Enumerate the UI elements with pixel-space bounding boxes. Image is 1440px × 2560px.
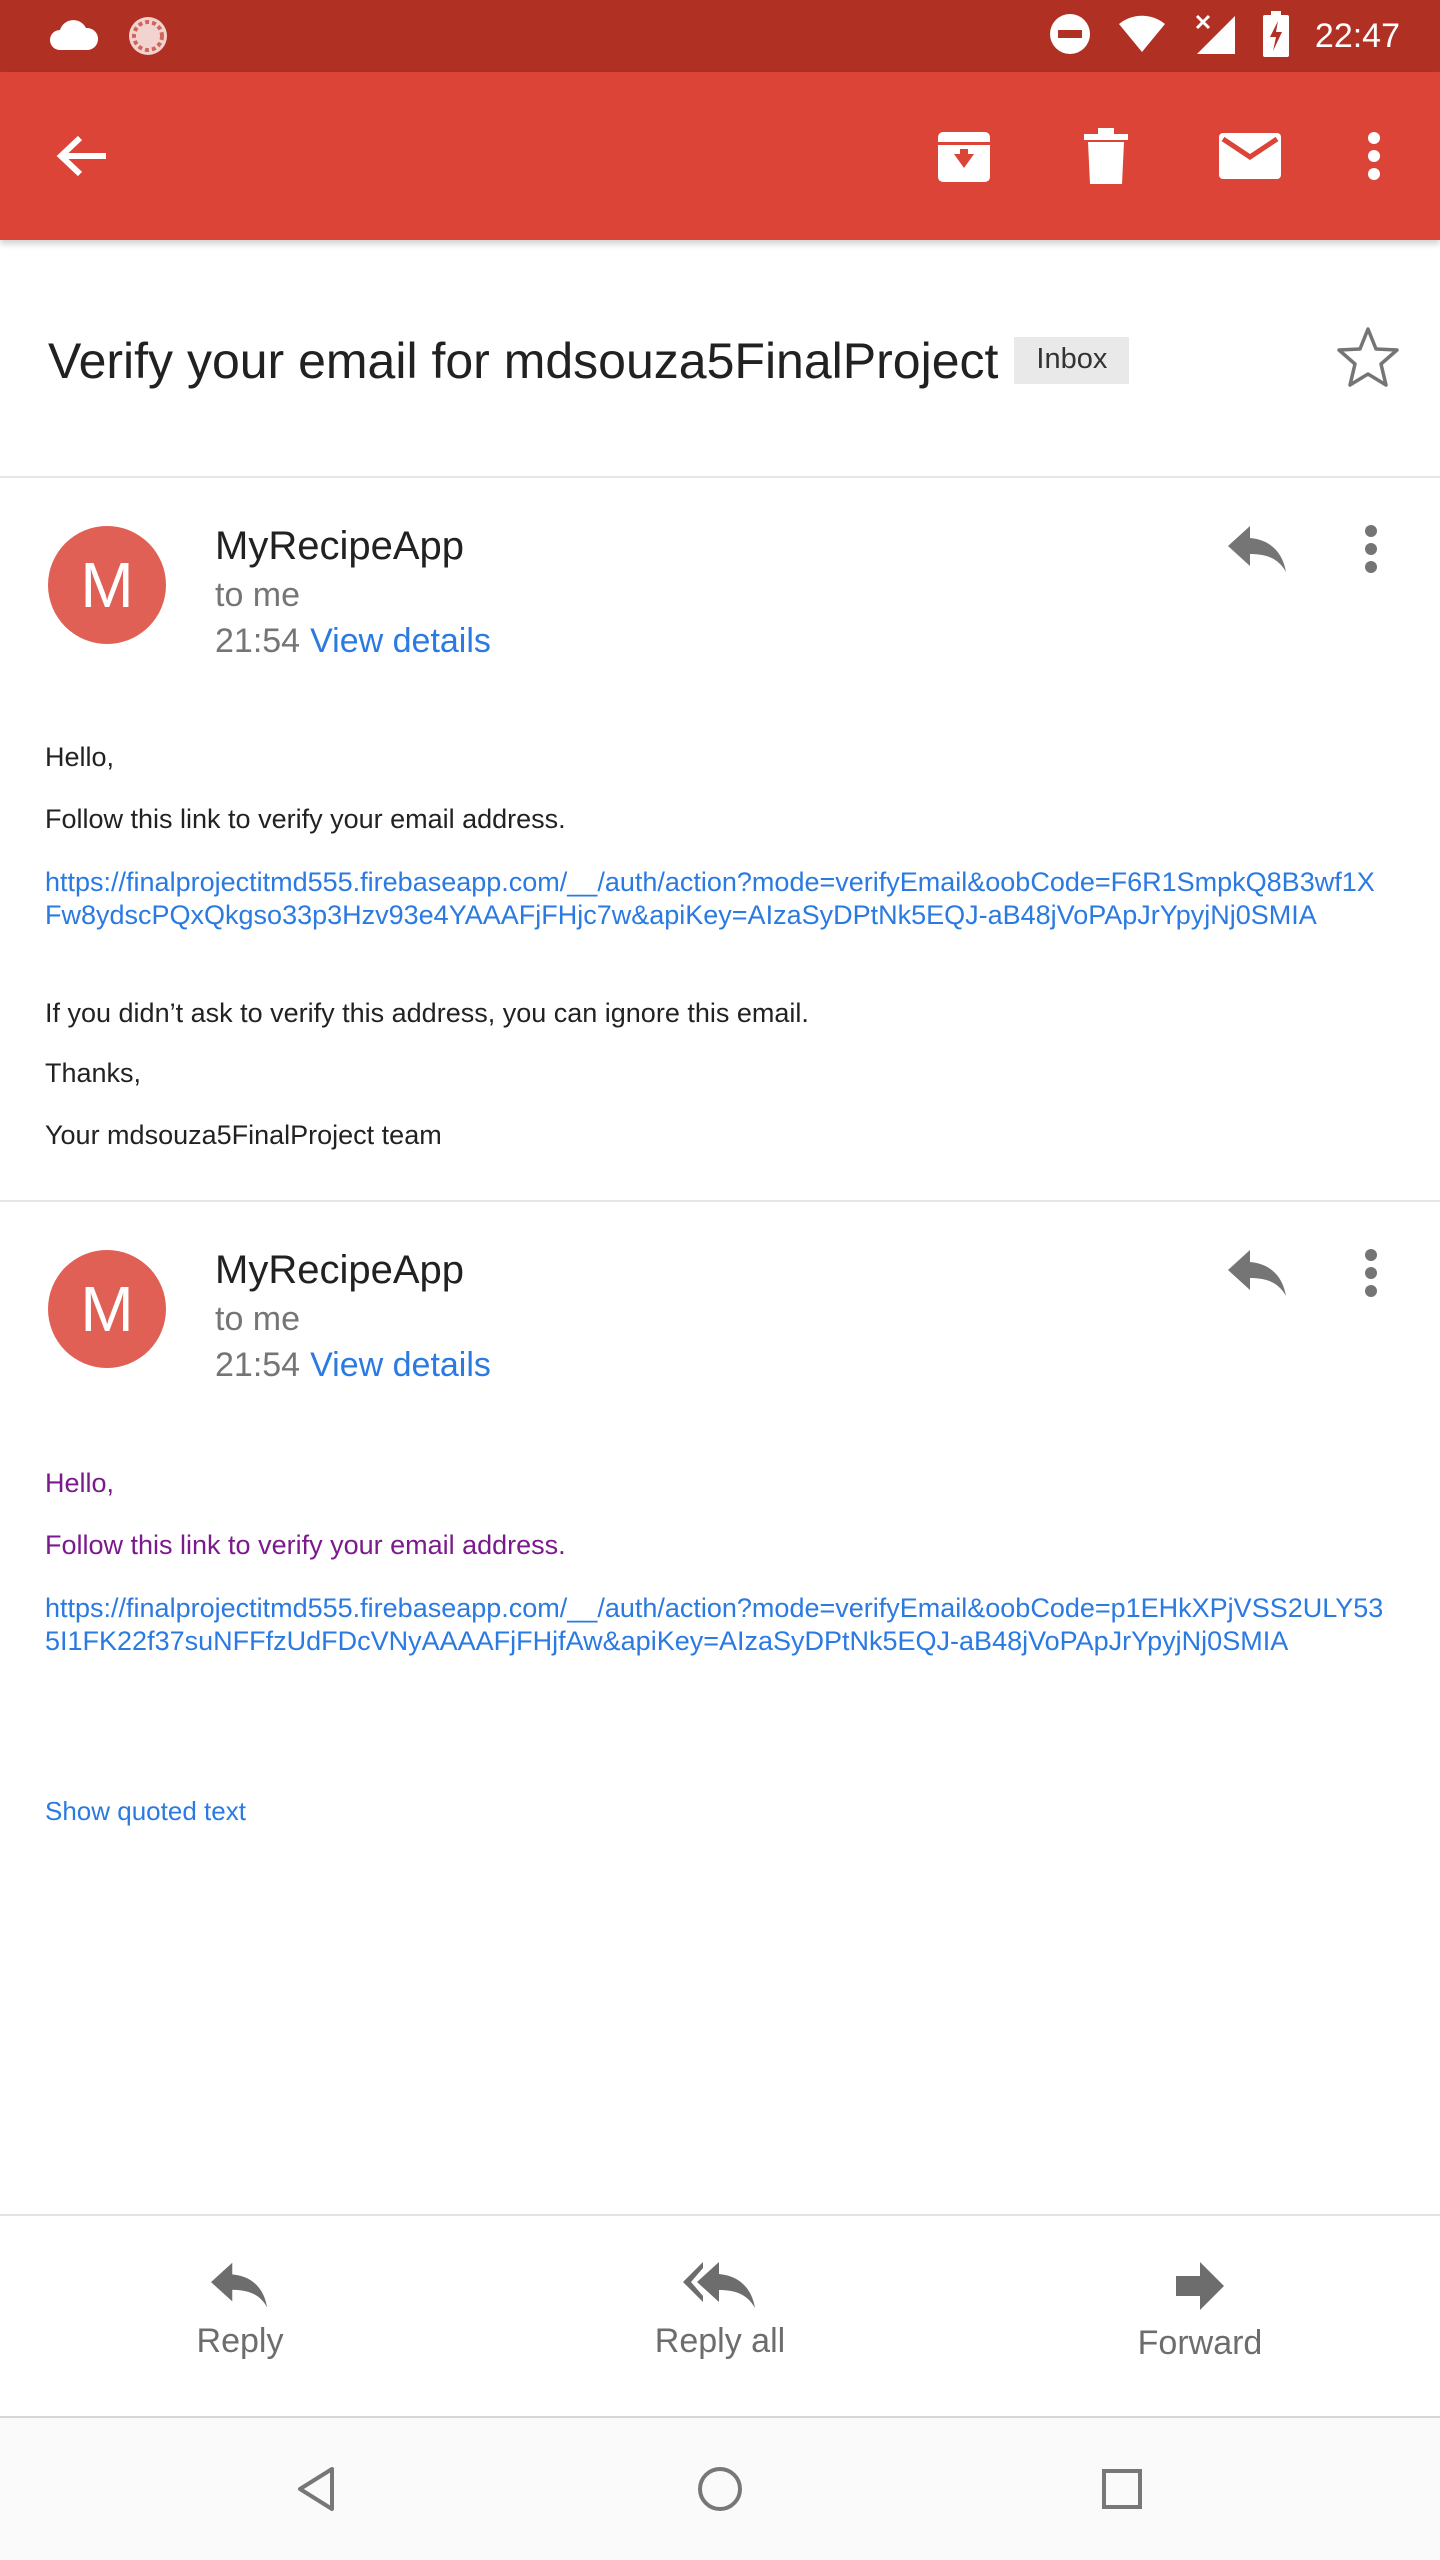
nav-home-button[interactable]: [660, 2418, 780, 2560]
archive-button[interactable]: [920, 72, 1008, 240]
message-time: 21:54: [215, 1346, 301, 1384]
greeting-text: Hello,: [45, 742, 115, 772]
reply-icon: [1228, 1250, 1286, 1296]
sender-avatar[interactable]: M: [48, 1250, 166, 1368]
verification-link[interactable]: https://finalprojectitmd555.firebaseapp.…: [45, 866, 1385, 932]
sender-avatar[interactable]: M: [48, 526, 166, 644]
delete-icon: [1084, 128, 1128, 184]
message-reply-button[interactable]: [1228, 526, 1288, 577]
show-quoted-text-link[interactable]: Show quoted text: [45, 1796, 246, 1827]
nav-recents-icon: [1102, 2469, 1142, 2509]
mark-unread-button[interactable]: [1206, 72, 1294, 240]
ignore-note-text: If you didn’t ask to verify this address…: [45, 998, 809, 1028]
do-not-disturb-icon: [1049, 13, 1091, 60]
mark-unread-icon: [1219, 133, 1281, 179]
email-message: M MyRecipeApp to me 21:54 View details He…: [0, 1202, 1440, 1902]
sender-name: MyRecipeApp: [215, 524, 465, 568]
signature-text: Your mdsouza5FinalProject team: [45, 1120, 442, 1150]
instruction-text: Follow this link to verify your email ad…: [45, 1530, 566, 1560]
instruction-text: Follow this link to verify your email ad…: [45, 804, 566, 834]
nav-home-icon: [698, 2467, 742, 2511]
forward-button[interactable]: Forward: [1080, 2216, 1320, 2416]
sender-name: MyRecipeApp: [215, 1248, 465, 1292]
more-vert-icon: [1365, 525, 1377, 573]
nav-recents-button[interactable]: [1062, 2418, 1182, 2560]
cloud-icon: [48, 16, 100, 61]
thanks-text: Thanks,: [45, 1058, 142, 1088]
overflow-menu-icon: [1368, 132, 1380, 180]
status-bar: 22:47: [0, 0, 1440, 72]
view-details-link[interactable]: View details: [310, 622, 491, 660]
inbox-label[interactable]: Inbox: [1014, 337, 1130, 384]
wifi-icon: [1117, 14, 1167, 59]
subject-header: Verify your email for mdsouza5FinalProje…: [0, 240, 1440, 478]
reply-button[interactable]: Reply: [120, 2216, 360, 2416]
sync-icon: [126, 14, 170, 63]
back-arrow-icon: [56, 135, 106, 177]
message-time-row: 21:54 View details: [215, 1346, 491, 1385]
verification-link[interactable]: https://finalprojectitmd555.firebaseapp.…: [45, 1592, 1385, 1658]
status-right-icons: 22:47: [1049, 0, 1400, 72]
reply-label: Reply: [196, 2322, 284, 2360]
forward-label: Forward: [1137, 2324, 1263, 2362]
system-navigation-bar: [0, 2418, 1440, 2560]
greeting-text: Hello,: [45, 1468, 115, 1498]
reply-all-label: Reply all: [654, 2322, 786, 2360]
forward-icon: [1176, 2262, 1224, 2310]
archive-icon: [938, 132, 990, 182]
message-action-bar: Reply Reply all Forward: [0, 2214, 1440, 2418]
email-subject: Verify your email for mdsouza5FinalProje…: [48, 332, 1130, 390]
reply-all-icon: [683, 2262, 755, 2308]
subject-text: Verify your email for mdsouza5FinalProje…: [48, 333, 999, 389]
message-time-row: 21:54 View details: [215, 622, 491, 661]
recipient-line: to me: [215, 1300, 301, 1338]
star-icon: [1337, 327, 1399, 387]
message-time: 21:54: [215, 622, 301, 660]
status-time: 22:47: [1314, 16, 1400, 55]
status-left-icons: [48, 14, 170, 63]
delete-button[interactable]: [1062, 72, 1150, 240]
recipient-line: to me: [215, 576, 301, 614]
reply-icon: [211, 2262, 268, 2308]
star-button[interactable]: [1336, 326, 1400, 393]
more-vert-icon: [1365, 1249, 1377, 1297]
message-reply-button[interactable]: [1228, 1250, 1288, 1301]
message-more-button[interactable]: [1364, 1248, 1378, 1303]
back-button[interactable]: [40, 72, 124, 240]
battery-charging-icon: [1262, 10, 1289, 62]
view-details-link[interactable]: View details: [310, 1346, 491, 1384]
reply-all-button[interactable]: Reply all: [600, 2216, 840, 2416]
app-bar: [0, 72, 1440, 240]
reply-icon: [1228, 526, 1286, 572]
nav-back-icon: [298, 2467, 334, 2511]
nav-back-button[interactable]: [256, 2418, 376, 2560]
overflow-menu-button[interactable]: [1344, 72, 1404, 240]
message-more-button[interactable]: [1364, 524, 1378, 579]
email-message: M MyRecipeApp to me 21:54 View details He…: [0, 478, 1440, 1200]
signal-icon: [1193, 12, 1237, 61]
